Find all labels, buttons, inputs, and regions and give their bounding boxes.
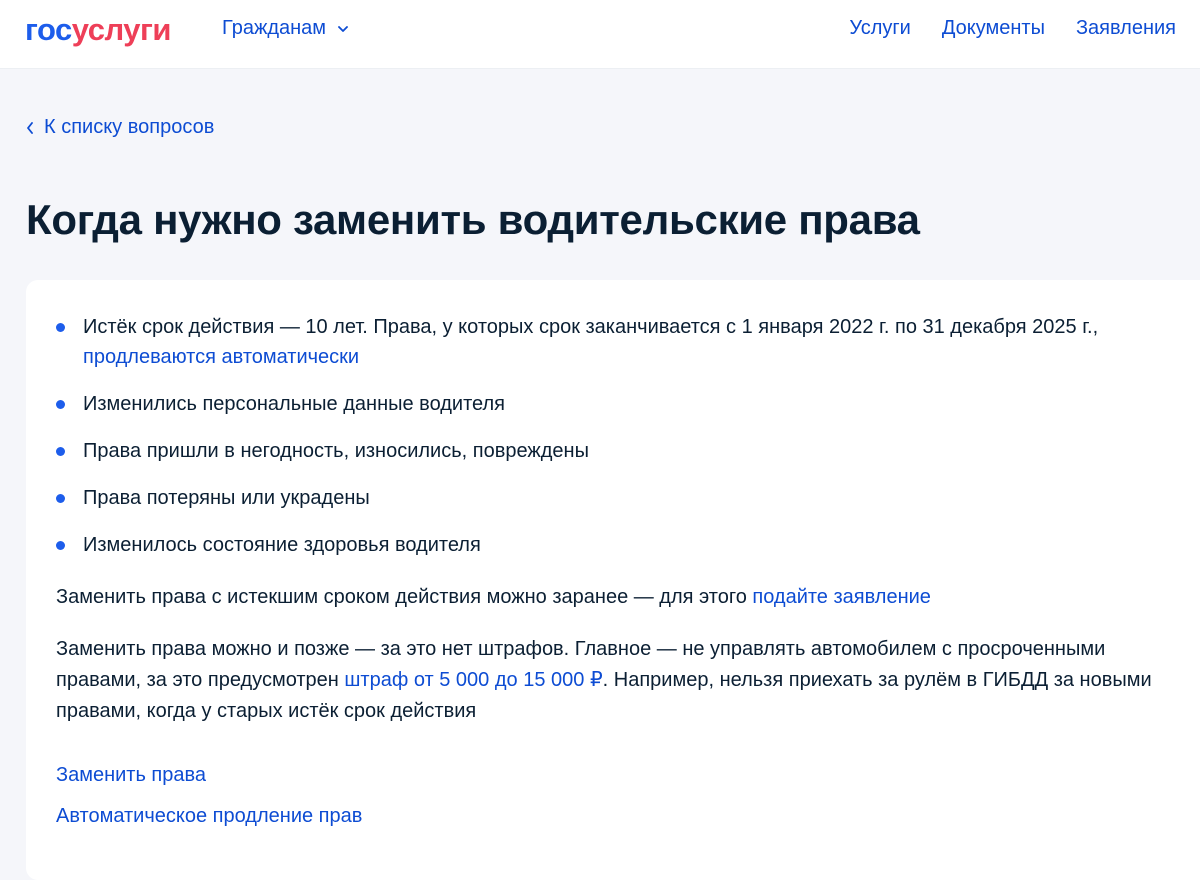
auto-renewal-inline-link[interactable]: продлеваются автоматически bbox=[83, 346, 359, 368]
list-item-text: Права потеряны или украдены bbox=[83, 487, 370, 509]
late-replacement-paragraph: Заменить права можно и позже — за это не… bbox=[56, 634, 1166, 727]
reasons-list: Истёк срок действия — 10 лет. Права, у к… bbox=[56, 312, 1176, 577]
chevron-left-icon bbox=[27, 121, 33, 134]
logo-part-uslugi: услуги bbox=[71, 12, 172, 47]
audience-menu[interactable]: Гражданам bbox=[222, 17, 348, 40]
nav-services[interactable]: Услуги bbox=[849, 17, 911, 40]
list-item-text: Истёк срок действия — 10 лет. Права, у к… bbox=[83, 316, 1099, 338]
list-item: Изменилось состояние здоровья водителя bbox=[56, 530, 1176, 560]
list-item-text: Изменилось состояние здоровья водителя bbox=[83, 534, 481, 556]
nav-applications[interactable]: Заявления bbox=[1076, 17, 1176, 40]
back-to-questions-link[interactable]: К списку вопросов bbox=[26, 116, 214, 139]
bullet-dot-icon bbox=[56, 541, 65, 550]
list-item: Истёк срок действия — 10 лет. Права, у к… bbox=[56, 312, 1176, 372]
list-item-text: Изменились персональные данные водителя bbox=[83, 393, 505, 415]
list-item: Права потеряны или украдены bbox=[56, 483, 1176, 513]
replace-license-link[interactable]: Заменить права bbox=[56, 764, 206, 787]
top-navigation: Услуги Документы Заявления bbox=[849, 17, 1176, 40]
back-link-label: К списку вопросов bbox=[44, 116, 215, 138]
fine-info-link[interactable]: штраф от 5 000 до 15 000 ₽ bbox=[344, 669, 602, 691]
list-item-text: Права пришли в негодность, износились, п… bbox=[83, 440, 589, 462]
nav-documents[interactable]: Документы bbox=[942, 17, 1045, 40]
list-item: Изменились персональные данные водителя bbox=[56, 389, 1176, 419]
bullet-dot-icon bbox=[56, 447, 65, 456]
gosuslugi-logo[interactable]: госуслуги bbox=[25, 12, 171, 48]
early-replacement-paragraph: Заменить права с истекшим сроком действи… bbox=[56, 582, 1166, 613]
bullet-dot-icon bbox=[56, 494, 65, 503]
bullet-dot-icon bbox=[56, 400, 65, 409]
chevron-down-icon bbox=[338, 25, 348, 32]
audience-menu-label: Гражданам bbox=[222, 17, 327, 39]
logo-part-gos: гос bbox=[25, 12, 72, 47]
submit-application-link[interactable]: подайте заявление bbox=[752, 586, 931, 608]
auto-renewal-link[interactable]: Автоматическое продление прав bbox=[56, 805, 362, 828]
list-item: Права пришли в негодность, износились, п… bbox=[56, 436, 1176, 466]
page-title: Когда нужно заменить водительские права bbox=[26, 196, 920, 243]
bullet-dot-icon bbox=[56, 323, 65, 332]
site-header: госуслуги Гражданам Услуги Документы Зая… bbox=[0, 0, 1200, 69]
paragraph-text: Заменить права с истекшим сроком действи… bbox=[56, 586, 753, 608]
